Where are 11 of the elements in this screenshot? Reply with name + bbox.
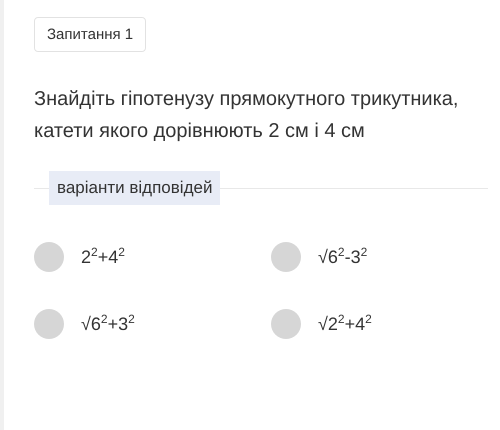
option-text: √6$^{2}$-3$^{2}$ xyxy=(318,246,368,268)
question-text: Знайдіть гіпотенузу прямокутного трикутника, катети якого дорівнюють 2 см і 4 см xyxy=(34,87,460,144)
section-label: варіанти відповідей xyxy=(49,171,220,205)
radio-button[interactable] xyxy=(34,242,64,272)
radio-button[interactable] xyxy=(34,309,64,339)
radio-button[interactable] xyxy=(271,242,301,272)
question-number-badge: Запитання 1 xyxy=(34,17,146,52)
option-text: √6$^{2}$+3$^{2}$ xyxy=(81,314,135,334)
option-text: √2$^{2}$+4$^{2}$ xyxy=(318,314,372,334)
option-text: 2$^{2}$+4$^{2}$ xyxy=(81,246,125,268)
radio-button[interactable] xyxy=(271,309,301,339)
